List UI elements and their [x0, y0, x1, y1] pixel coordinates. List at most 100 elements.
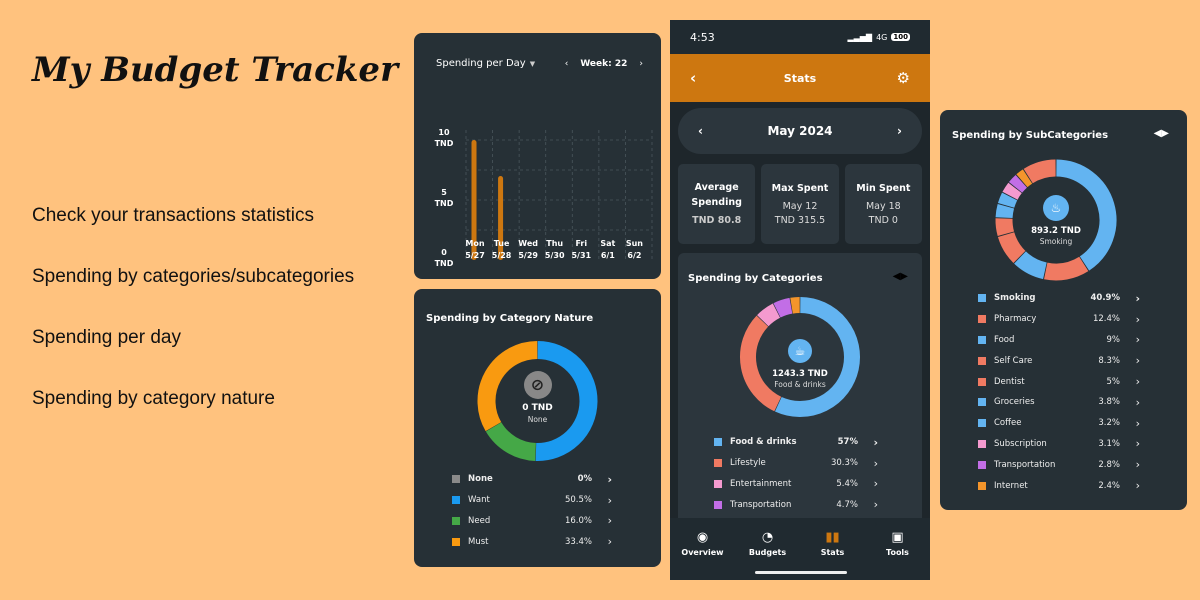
- legend-percent: 3.1%: [1098, 438, 1120, 449]
- legend-swatch: [978, 460, 986, 469]
- legend-percent: 3.8%: [1098, 397, 1120, 408]
- x-tick-date: 5/30: [545, 251, 565, 260]
- legend-percent: 5%: [1106, 376, 1121, 387]
- legend-percent: 3.2%: [1098, 418, 1120, 429]
- donut-center-value: 893.2 TND: [1031, 226, 1081, 236]
- eye-icon: ◉: [696, 530, 709, 545]
- signal-icon: ▂▃▅▇: [847, 32, 873, 42]
- chevron-right-icon[interactable]: ›: [1120, 437, 1140, 450]
- legend-percent: 5.4%: [836, 478, 858, 489]
- chevron-right-icon[interactable]: ›: [1120, 479, 1140, 492]
- legend-swatch: [978, 377, 986, 386]
- chart-selector-label[interactable]: Spending per Day: [436, 58, 526, 69]
- legend-percent: 0%: [577, 474, 592, 485]
- legend-percent: 30.3%: [830, 458, 858, 469]
- legend-swatch: [452, 475, 460, 484]
- legend-item[interactable]: Subscription 3.1% ›: [978, 434, 1140, 455]
- chevron-right-icon[interactable]: ›: [897, 124, 902, 138]
- donut-segment: [485, 421, 537, 461]
- legend-label: Food & drinks: [730, 437, 797, 448]
- legend-item[interactable]: Dentist 5% ›: [978, 371, 1140, 392]
- nav-label: Budgets: [748, 548, 787, 557]
- swap-icon[interactable]: ◀▶: [893, 271, 908, 282]
- chevron-right-icon[interactable]: ›: [1120, 333, 1140, 346]
- legend-percent: 33.4%: [564, 536, 592, 547]
- legend-item[interactable]: Coffee 3.2% ›: [978, 413, 1140, 434]
- stat-title: Average Spending: [691, 182, 742, 208]
- legend-item[interactable]: Must 33.4% ›: [452, 531, 612, 552]
- chevron-right-icon[interactable]: ›: [1120, 458, 1140, 471]
- chevron-right-icon[interactable]: ›: [1120, 354, 1140, 367]
- chevron-right-icon[interactable]: ›: [1120, 313, 1140, 326]
- nav-tools[interactable]: ▣ Tools: [865, 530, 930, 580]
- categories-panel: Spending by Categories ◀▶ ☕ 1243.3 TND F…: [678, 253, 922, 543]
- chevron-left-icon[interactable]: ‹: [565, 59, 569, 69]
- legend-item[interactable]: Food & drinks 57% ›: [714, 432, 878, 453]
- chevron-right-icon[interactable]: ›: [858, 436, 878, 449]
- chevron-right-icon[interactable]: ›: [858, 498, 878, 511]
- legend-swatch: [978, 419, 986, 428]
- legend-item[interactable]: None 0% ›: [452, 469, 612, 490]
- legend-label: Food: [994, 334, 1015, 345]
- legend-item[interactable]: Need 16.0% ›: [452, 511, 612, 532]
- phone-screen: 4:53 ▂▃▅▇ 4G 100 ‹ Stats ⚙ ‹ May 2024 › …: [670, 20, 930, 580]
- chevron-right-icon[interactable]: ›: [1120, 292, 1140, 305]
- legend-label: None: [468, 474, 493, 485]
- legend-item[interactable]: Self Care 8.3% ›: [978, 350, 1140, 371]
- chevron-down-icon[interactable]: ▼: [530, 60, 535, 68]
- chevron-right-icon[interactable]: ›: [1120, 375, 1140, 388]
- chevron-right-icon[interactable]: ›: [592, 473, 612, 486]
- legend-item[interactable]: Internet 2.4% ›: [978, 475, 1140, 496]
- back-icon[interactable]: ‹: [690, 69, 710, 87]
- chevron-right-icon[interactable]: ›: [1120, 417, 1140, 430]
- chevron-right-icon[interactable]: ›: [592, 494, 612, 507]
- legend-label: Pharmacy: [994, 314, 1037, 325]
- legend-item[interactable]: Smoking 40.9% ›: [978, 288, 1140, 309]
- feature-item: Spending per day: [32, 327, 181, 348]
- gear-icon[interactable]: ⚙: [890, 69, 910, 87]
- legend-label: Need: [468, 515, 491, 526]
- card-title: Spending by Category Nature: [426, 313, 594, 324]
- spending-per-day-card: 0 TND 5 TND 10 TND Mon 5/27 Tue 5/28 Wed 5/29 Thu 5/3…: [414, 33, 661, 279]
- page-title: My Budget Tracker: [32, 50, 398, 90]
- chevron-right-icon[interactable]: ›: [639, 59, 643, 69]
- nav-label: Overview: [681, 548, 724, 557]
- home-indicator: [755, 571, 847, 574]
- legend-item[interactable]: Food 9% ›: [978, 330, 1140, 351]
- legend-percent: 2.8%: [1098, 459, 1120, 470]
- y-tick-label: 10: [438, 128, 450, 137]
- chevron-right-icon[interactable]: ›: [592, 535, 612, 548]
- chevron-right-icon[interactable]: ›: [858, 477, 878, 490]
- nav-overview[interactable]: ◉ Overview: [670, 530, 735, 580]
- legend-item[interactable]: Groceries 3.8% ›: [978, 392, 1140, 413]
- x-tick-label: Sun: [626, 239, 643, 248]
- donut-segment: [1008, 174, 1028, 193]
- chevron-right-icon[interactable]: ›: [1120, 396, 1140, 409]
- bottom-nav: ◉ Overview ◔ Budgets ▮▮ Stats ▣ Tools: [670, 518, 930, 580]
- chevron-right-icon[interactable]: ›: [592, 514, 612, 527]
- legend-label: Transportation: [730, 499, 792, 510]
- network-label: 4G: [876, 32, 888, 42]
- feature-item: Spending by category nature: [32, 388, 275, 409]
- legend-item[interactable]: Lifestyle 30.3% ›: [714, 453, 878, 474]
- card-title: Spending by Categories: [688, 273, 823, 284]
- donut-segment: [757, 303, 781, 327]
- legend-item[interactable]: Transportation 2.8% ›: [978, 454, 1140, 475]
- x-tick-date: 5/28: [492, 251, 512, 260]
- card-title: Spending by SubCategories: [952, 130, 1109, 141]
- x-tick-date: 5/27: [465, 251, 485, 260]
- legend-item[interactable]: Want 50.5% ›: [452, 490, 612, 511]
- x-tick-label: Mon: [465, 239, 484, 248]
- stat-value-2: TND 0: [868, 214, 898, 226]
- stat-value: May 18: [865, 200, 901, 212]
- bar-chart-icon: ▮▮: [825, 530, 840, 545]
- month-selector: ‹ May 2024 ›: [678, 108, 922, 154]
- chevron-right-icon[interactable]: ›: [858, 457, 878, 470]
- category-nature-legend: None 0% › Want 50.5% › Need 16.0% › Must 33.4% ›: [452, 469, 612, 552]
- legend-item[interactable]: Pharmacy 12.4% ›: [978, 309, 1140, 330]
- legend-item[interactable]: Transportation 4.7% ›: [714, 494, 878, 515]
- legend-label: Coffee: [994, 418, 1022, 429]
- screen-title: Stats: [783, 71, 817, 85]
- swap-icon[interactable]: ◀▶: [1154, 128, 1169, 139]
- legend-item[interactable]: Entertainment 5.4% ›: [714, 474, 878, 495]
